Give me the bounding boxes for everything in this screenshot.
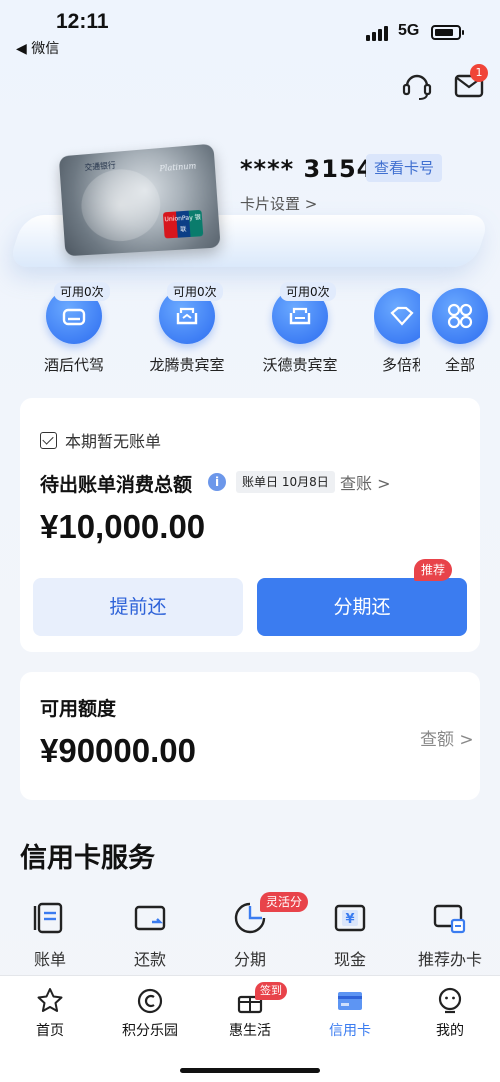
tab-bar: 首页 积分乐园 签到 惠生活 信用卡 我的 [0,975,500,1082]
pending-amount: ¥10,000.00 [40,508,206,545]
bill-status: 本期暂无账单 [40,428,161,452]
recommend-badge: 推荐 [414,559,453,581]
car-icon: 可用0次 [46,282,110,344]
apply-card-icon [433,904,466,934]
diamond-icon [374,288,420,344]
quick-action-label: 龙腾贵宾室 [149,356,225,374]
quick-action-longteng-lounge[interactable]: 可用0次 龙腾贵宾室 [147,282,227,375]
tab-life[interactable]: 签到 惠生活 [205,982,295,1040]
tab-label: 信用卡 [329,1023,371,1039]
service-label: 推荐办卡 [417,950,482,969]
status-bar: 12:11 ◀ 微信 5G [0,0,500,60]
service-bill[interactable]: 账单 [10,900,90,970]
credit-limit-panel[interactable]: 可用额度 ¥90000.00 查额 > [20,672,480,800]
service-label: 分期 [233,950,266,969]
signal-icon [366,25,388,41]
customer-service-icon[interactable] [400,68,434,102]
service-badge: 灵活分 [260,892,309,912]
tab-label: 首页 [36,1023,64,1039]
tab-home[interactable]: 首页 [5,986,95,1040]
star-icon [37,988,63,1012]
view-bill-link[interactable]: 查账 > [340,470,391,494]
service-label: 现金 [333,950,366,969]
pending-bill-title: 待出账单消费总额 [40,474,193,496]
svg-text:¥: ¥ [345,912,354,927]
quick-action-label: 沃德贵宾室 [262,356,338,374]
sofa-icon: 可用0次 [272,282,336,344]
service-repay[interactable]: 还款 [110,900,190,970]
check-limit-link[interactable]: 查额 > [420,725,474,750]
tab-points[interactable]: 积分乐园 [105,986,195,1040]
points-icon [137,988,163,1014]
credit-limit-amount: ¥90000.00 [40,732,196,769]
quick-action-multi-points[interactable]: 多倍积 [374,288,420,375]
credit-card-image[interactable]: 交通银行 Platinum UnionPay 银联 [58,143,221,257]
quick-action-all[interactable]: 全部 [425,288,495,375]
service-label: 还款 [133,950,166,969]
bill-day-badge: 账单日 10月8日 [236,471,335,493]
bill-panel: 本期暂无账单 待出账单消费总额 i 账单日 10月8日 查账 > ¥10,000… [20,398,480,652]
card-settings-link[interactable]: 卡片设置 > [240,193,317,214]
grid-icon [432,288,488,344]
quick-action-label: 酒后代驾 [43,356,104,374]
battery-icon [431,25,464,40]
service-cash[interactable]: ¥ 现金 [310,900,390,970]
tab-label: 惠生活 [229,1023,271,1039]
tab-label: 积分乐园 [122,1023,178,1039]
repay-icon [134,905,166,931]
sofa-icon: 可用0次 [159,282,223,344]
quick-action-label: 多倍积 [382,356,420,374]
tab-mine[interactable]: 我的 [405,986,495,1040]
globe-graphic [79,166,163,244]
message-badge: 1 [470,64,488,82]
quick-action-wode-lounge[interactable]: 可用0次 沃德贵宾室 [260,282,340,375]
service-label: 账单 [33,950,66,969]
network-type: 5G [398,22,420,39]
prepay-button[interactable]: 提前还 [33,578,243,636]
quick-action-tag: 可用0次 [280,282,336,301]
unionpay-logo: UnionPay 银联 [162,209,204,239]
quick-action-tag: 可用0次 [167,282,223,301]
service-installment[interactable]: 灵活分 分期 [210,892,309,970]
quick-action-tag: 可用0次 [54,282,110,301]
bill-icon [33,902,63,934]
tab-badge: 签到 [255,982,287,1000]
status-time: 12:11 [56,10,109,33]
credit-limit-title: 可用额度 [40,698,117,720]
services-title: 信用卡服务 [20,843,155,874]
tab-credit-card[interactable]: 信用卡 [305,986,395,1040]
card-tier: Platinum [159,161,197,174]
quick-action-label: 全部 [444,356,475,374]
bill-status-text: 本期暂无账单 [65,432,162,451]
masked-card-number: **** 3154 [240,155,375,183]
info-icon[interactable]: i [208,473,226,491]
view-card-number-button[interactable]: 查看卡号 [366,154,443,182]
user-icon [438,987,462,1014]
home-indicator [180,1068,320,1073]
quick-action-designated-driver[interactable]: 可用0次 酒后代驾 [34,282,114,375]
cash-icon: ¥ [334,904,366,932]
back-to-app-link[interactable]: ◀ 微信 [16,38,59,58]
checkbox-icon [40,431,57,449]
service-apply-card[interactable]: 推荐办卡 [410,900,490,970]
tab-label: 我的 [436,1023,464,1039]
installment-button[interactable]: 分期还 [257,578,467,636]
card-icon [338,992,362,1010]
